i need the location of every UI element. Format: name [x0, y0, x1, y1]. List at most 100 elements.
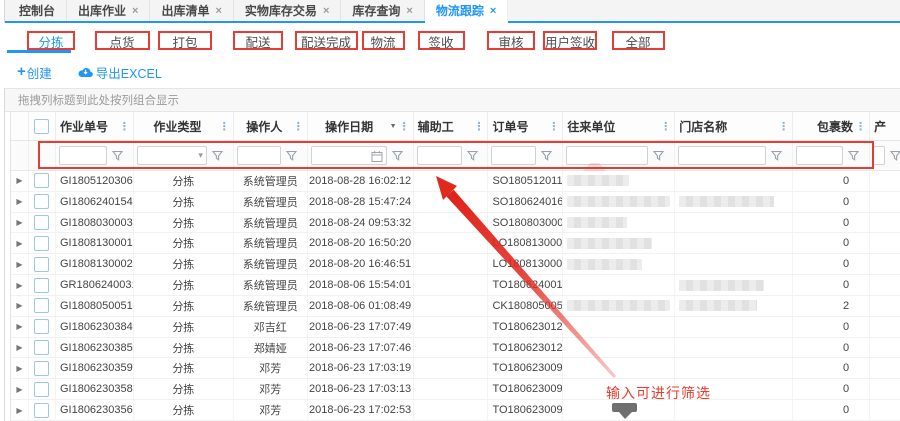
column-header-order_no[interactable]: 订单号⋮: [488, 112, 563, 140]
filter-funnel-button-op_date[interactable]: [391, 149, 404, 162]
column-header-packages[interactable]: 包裹数⋮: [793, 112, 870, 140]
filter-input-field-job_no[interactable]: [60, 149, 106, 166]
window-tab-1[interactable]: 出库作业×: [67, 0, 150, 21]
column-header-helper[interactable]: 辅助工⋮: [414, 112, 489, 140]
group-drop-zone[interactable]: 拖拽列标题到此处按列组合显示: [5, 88, 900, 112]
redacted-text: [679, 196, 774, 207]
row-checkbox[interactable]: [34, 236, 49, 251]
expand-row-icon[interactable]: ▶: [11, 233, 29, 253]
expand-row-icon[interactable]: ▶: [11, 171, 29, 191]
expand-row-icon[interactable]: ▶: [11, 296, 29, 316]
window-tab-4[interactable]: 库存查询×: [341, 0, 424, 21]
select-all-checkbox[interactable]: [34, 119, 49, 134]
row-checkbox[interactable]: [34, 173, 49, 188]
column-header-op_date[interactable]: 操作日期▼⋮: [308, 112, 414, 140]
status-tab-0[interactable]: 分拣: [11, 32, 91, 51]
column-header-product[interactable]: 产: [870, 112, 900, 140]
filter-input-order_no[interactable]: [491, 146, 536, 165]
filter-input-field-operator[interactable]: [238, 149, 280, 166]
filter-dropdown-job_type[interactable]: ▾: [137, 146, 207, 165]
filter-funnel-button-product[interactable]: [889, 149, 900, 162]
column-header-partner[interactable]: 往来单位⋮: [563, 112, 675, 140]
row-checkbox[interactable]: [34, 278, 49, 293]
window-tab-5[interactable]: 物流跟踪×: [425, 0, 508, 23]
filter-input-op_date[interactable]: [311, 146, 387, 165]
chevron-down-icon[interactable]: ▾: [198, 150, 203, 161]
close-icon[interactable]: ×: [323, 5, 329, 17]
filter-input-field-packages[interactable]: [797, 149, 842, 166]
row-checkbox[interactable]: [34, 194, 49, 209]
cell-partner: [563, 171, 675, 191]
column-menu-icon[interactable]: ⋮: [473, 120, 483, 133]
row-checkbox[interactable]: [34, 361, 49, 376]
filter-input-partner[interactable]: [566, 146, 648, 165]
calendar-icon[interactable]: [371, 150, 383, 168]
close-icon[interactable]: ×: [490, 5, 496, 17]
cell-packages: 0: [793, 192, 870, 212]
filter-input-field-helper[interactable]: [418, 149, 461, 166]
column-menu-icon[interactable]: ⋮: [778, 120, 788, 133]
expand-row-icon[interactable]: ▶: [11, 338, 29, 358]
column-menu-icon[interactable]: ⋮: [219, 120, 229, 133]
column-menu-icon[interactable]: ⋮: [399, 120, 409, 133]
column-menu-icon[interactable]: ⋮: [293, 120, 303, 133]
column-menu-icon[interactable]: ⋮: [660, 120, 670, 133]
row-checkbox[interactable]: [34, 340, 49, 355]
row-checkbox[interactable]: [34, 298, 49, 313]
table-row: ▶GI1806230356分拣邓芳2018-06-23 17:02:53TO18…: [11, 400, 900, 421]
column-menu-icon[interactable]: ⋮: [119, 120, 129, 133]
row-checkbox[interactable]: [34, 257, 49, 272]
filter-funnel-button-packages[interactable]: [847, 149, 860, 162]
column-menu-icon[interactable]: ⋮: [855, 120, 865, 133]
expand-row-icon[interactable]: ▶: [11, 379, 29, 399]
window-tab-2[interactable]: 出库清单×: [150, 0, 233, 21]
column-menu-icon[interactable]: ⋮: [548, 120, 558, 133]
row-checkbox[interactable]: [34, 403, 49, 418]
filter-funnel-button-helper[interactable]: [466, 149, 479, 162]
filter-input-operator[interactable]: [237, 146, 281, 165]
expand-row-icon[interactable]: ▶: [11, 400, 29, 420]
filter-input-field-order_no[interactable]: [492, 149, 535, 166]
expand-row-icon[interactable]: ▶: [11, 317, 29, 337]
filter-funnel-button-job_no[interactable]: [111, 149, 124, 162]
filter-input-field-product[interactable]: [874, 149, 884, 166]
close-icon[interactable]: ×: [215, 5, 221, 17]
expand-row-icon[interactable]: ▶: [11, 192, 29, 212]
filter-funnel-button-job_type[interactable]: [211, 149, 224, 162]
row-checkbox[interactable]: [34, 319, 49, 334]
export-excel-button[interactable]: 导出EXCEL: [78, 63, 162, 82]
expand-row-icon[interactable]: ▶: [11, 275, 29, 295]
row-checkbox[interactable]: [34, 382, 49, 397]
window-tab-3[interactable]: 实物库存交易×: [234, 0, 341, 21]
filter-input-helper[interactable]: [417, 146, 462, 165]
close-icon[interactable]: ×: [132, 5, 138, 17]
filter-funnel-button-store[interactable]: [770, 149, 783, 162]
filter-input-store[interactable]: [678, 146, 766, 165]
filter-input-packages[interactable]: [796, 146, 843, 165]
filter-funnel-button-partner[interactable]: [652, 149, 665, 162]
filter-input-job_no[interactable]: [59, 146, 107, 165]
filter-funnel-button-operator[interactable]: [285, 149, 298, 162]
cell-job_no: GI1806230385: [56, 338, 134, 358]
row-checkbox[interactable]: [34, 215, 49, 230]
create-button[interactable]: + 创建: [17, 63, 52, 82]
column-header-operator[interactable]: 操作人⋮: [234, 112, 308, 140]
filter-input-field-store[interactable]: [679, 149, 765, 166]
close-icon[interactable]: ×: [406, 5, 412, 17]
column-header-job_no[interactable]: 作业单号⋮: [56, 112, 134, 140]
status-tab-9[interactable]: 全部: [598, 32, 678, 51]
expand-row-icon[interactable]: ▶: [11, 254, 29, 274]
column-header-job_type[interactable]: 作业类型⋮: [134, 112, 234, 140]
filter-cell-job_type: ▾: [134, 141, 234, 170]
status-tab-2[interactable]: 打包: [145, 32, 225, 51]
cell-job_type: 分拣: [134, 254, 234, 274]
cell-packages: 0: [793, 400, 870, 420]
column-header-store[interactable]: 门店名称⋮: [675, 112, 793, 140]
status-tab-6[interactable]: 签收: [401, 32, 481, 51]
filter-input-field-partner[interactable]: [567, 149, 647, 166]
filter-input-product[interactable]: [873, 146, 885, 165]
expand-row-icon[interactable]: ▶: [11, 358, 29, 378]
expand-row-icon[interactable]: ▶: [11, 213, 29, 233]
filter-funnel-button-order_no[interactable]: [540, 149, 553, 162]
window-tab-0[interactable]: 控制台: [8, 0, 67, 21]
